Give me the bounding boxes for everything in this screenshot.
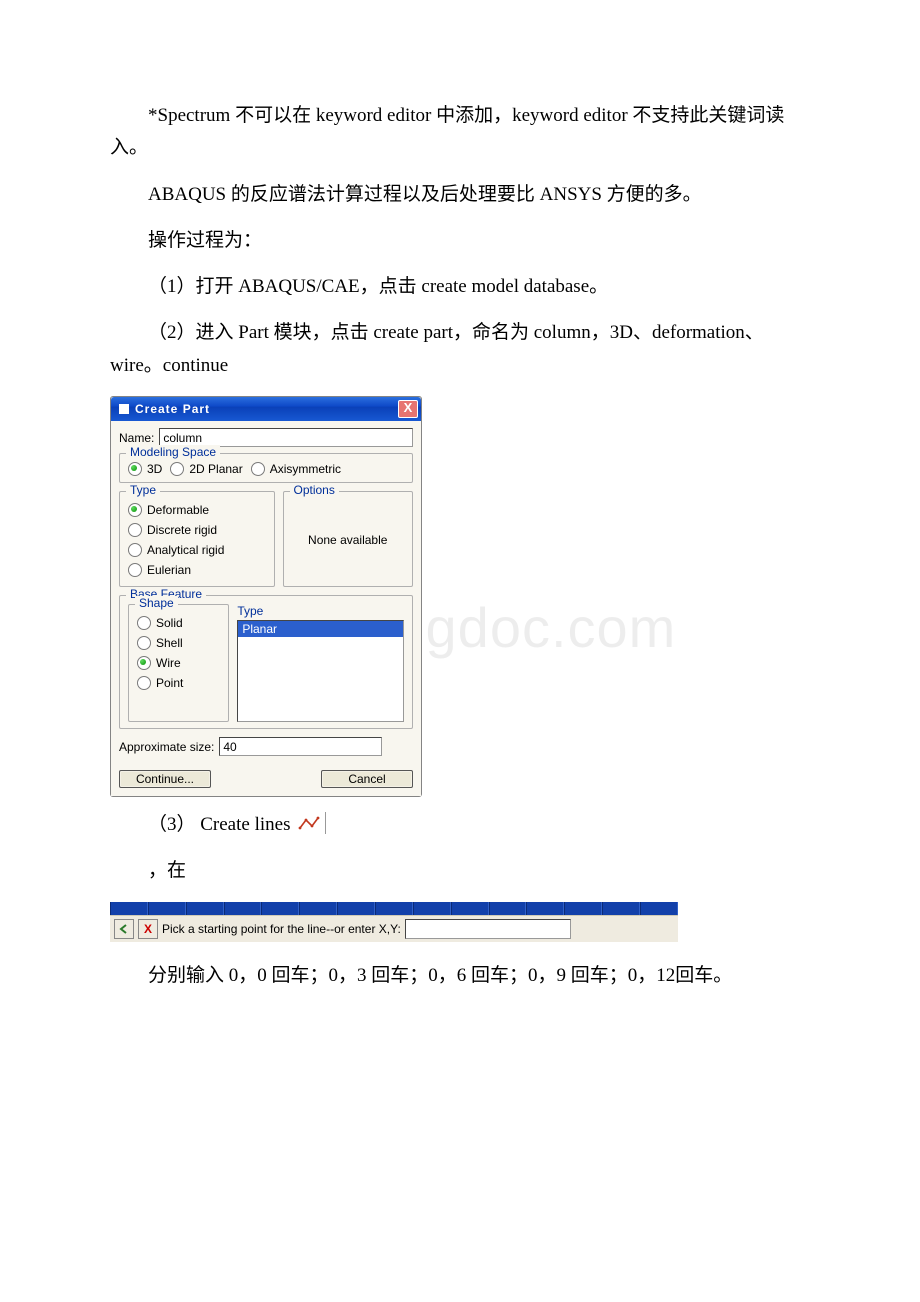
radio-label: 3D: [147, 462, 162, 476]
radio-icon: [137, 656, 151, 670]
prompt-bar-screenshot: X Pick a starting point for the line--or…: [110, 902, 678, 942]
prompt-text: Pick a starting point for the line--or e…: [162, 922, 401, 936]
radio-icon: [137, 676, 151, 690]
type-group: Type Deformable Discrete rigid Analytica…: [119, 491, 275, 587]
radio-label: Shell: [156, 636, 183, 650]
create-part-dialog: Create Part X Name: Modeling Space 3D 2D…: [110, 396, 422, 797]
radio-discrete-rigid[interactable]: Discrete rigid: [128, 520, 266, 540]
base-feature-group: Base Feature Shape Solid Shell Wire Poin…: [119, 595, 413, 729]
shape-legend: Shape: [135, 596, 178, 610]
feature-type-list[interactable]: Planar: [237, 620, 404, 722]
radio-solid[interactable]: Solid: [137, 613, 220, 633]
menubar-strip: [110, 902, 678, 915]
radio-label: Axisymmetric: [270, 462, 341, 476]
dialog-title: Create Part: [135, 402, 398, 416]
radio-2d-planar[interactable]: 2D Planar: [170, 462, 242, 476]
options-legend: Options: [290, 483, 339, 497]
arrow-left-icon: [118, 923, 130, 935]
paragraph-6-text: （3） Create lines: [148, 814, 295, 835]
paragraph-5: （2）进入 Part 模块，点击 create part，命名为 column，…: [110, 317, 810, 382]
cancel-button[interactable]: Cancel: [321, 770, 413, 788]
paragraph-3: 操作过程为：: [110, 225, 810, 257]
paragraph-2: ABAQUS 的反应谱法计算过程以及后处理要比 ANSYS 方便的多。: [110, 179, 810, 211]
app-icon: [119, 404, 129, 414]
dialog-titlebar[interactable]: Create Part X: [111, 397, 421, 421]
radio-icon: [128, 503, 142, 517]
paragraph-8: 分别输入 0，0 回车；0，3 回车；0，6 回车；0，9 回车；0，12回车。: [110, 960, 810, 992]
radio-icon: [128, 462, 142, 476]
radio-analytical-rigid[interactable]: Analytical rigid: [128, 540, 266, 560]
paragraph-1: *Spectrum 不可以在 keyword editor 中添加，keywor…: [110, 100, 810, 165]
create-lines-icon: [295, 812, 326, 834]
radio-label: 2D Planar: [189, 462, 242, 476]
radio-icon: [128, 563, 142, 577]
radio-icon: [170, 462, 184, 476]
back-arrow-button[interactable]: [114, 919, 134, 939]
paragraph-6: （3） Create lines: [110, 809, 810, 841]
cancel-x-button[interactable]: X: [138, 919, 158, 939]
radio-wire[interactable]: Wire: [137, 653, 220, 673]
shape-group: Shape Solid Shell Wire Point: [128, 604, 229, 722]
modeling-space-group: Modeling Space 3D 2D Planar Axisymmetric: [119, 453, 413, 483]
radio-icon: [251, 462, 265, 476]
none-available-label: None available: [308, 533, 387, 547]
feature-type-legend: Type: [237, 604, 404, 618]
options-group: Options None available: [283, 491, 414, 587]
radio-icon: [128, 543, 142, 557]
radio-label: Wire: [156, 656, 181, 670]
approx-size-input[interactable]: [219, 737, 382, 756]
radio-label: Solid: [156, 616, 183, 630]
radio-icon: [137, 636, 151, 650]
approx-size-label: Approximate size:: [119, 740, 214, 754]
paragraph-7: ，在: [110, 855, 810, 887]
xy-input[interactable]: [405, 919, 571, 939]
radio-icon: [137, 616, 151, 630]
modeling-space-legend: Modeling Space: [126, 445, 220, 459]
close-icon[interactable]: X: [398, 400, 418, 418]
paragraph-4: （1）打开 ABAQUS/CAE，点击 create model databas…: [110, 271, 810, 303]
type-legend: Type: [126, 483, 160, 497]
radio-label: Point: [156, 676, 183, 690]
radio-label: Analytical rigid: [147, 543, 224, 557]
radio-label: Discrete rigid: [147, 523, 217, 537]
radio-label: Deformable: [147, 503, 209, 517]
name-label: Name:: [119, 431, 154, 445]
radio-eulerian[interactable]: Eulerian: [128, 560, 266, 580]
radio-point[interactable]: Point: [137, 673, 220, 693]
radio-label: Eulerian: [147, 563, 191, 577]
radio-deformable[interactable]: Deformable: [128, 500, 266, 520]
radio-shell[interactable]: Shell: [137, 633, 220, 653]
continue-button[interactable]: Continue...: [119, 770, 211, 788]
feature-type-selected[interactable]: Planar: [238, 621, 403, 637]
radio-icon: [128, 523, 142, 537]
radio-3d[interactable]: 3D: [128, 462, 162, 476]
radio-axisymmetric[interactable]: Axisymmetric: [251, 462, 341, 476]
